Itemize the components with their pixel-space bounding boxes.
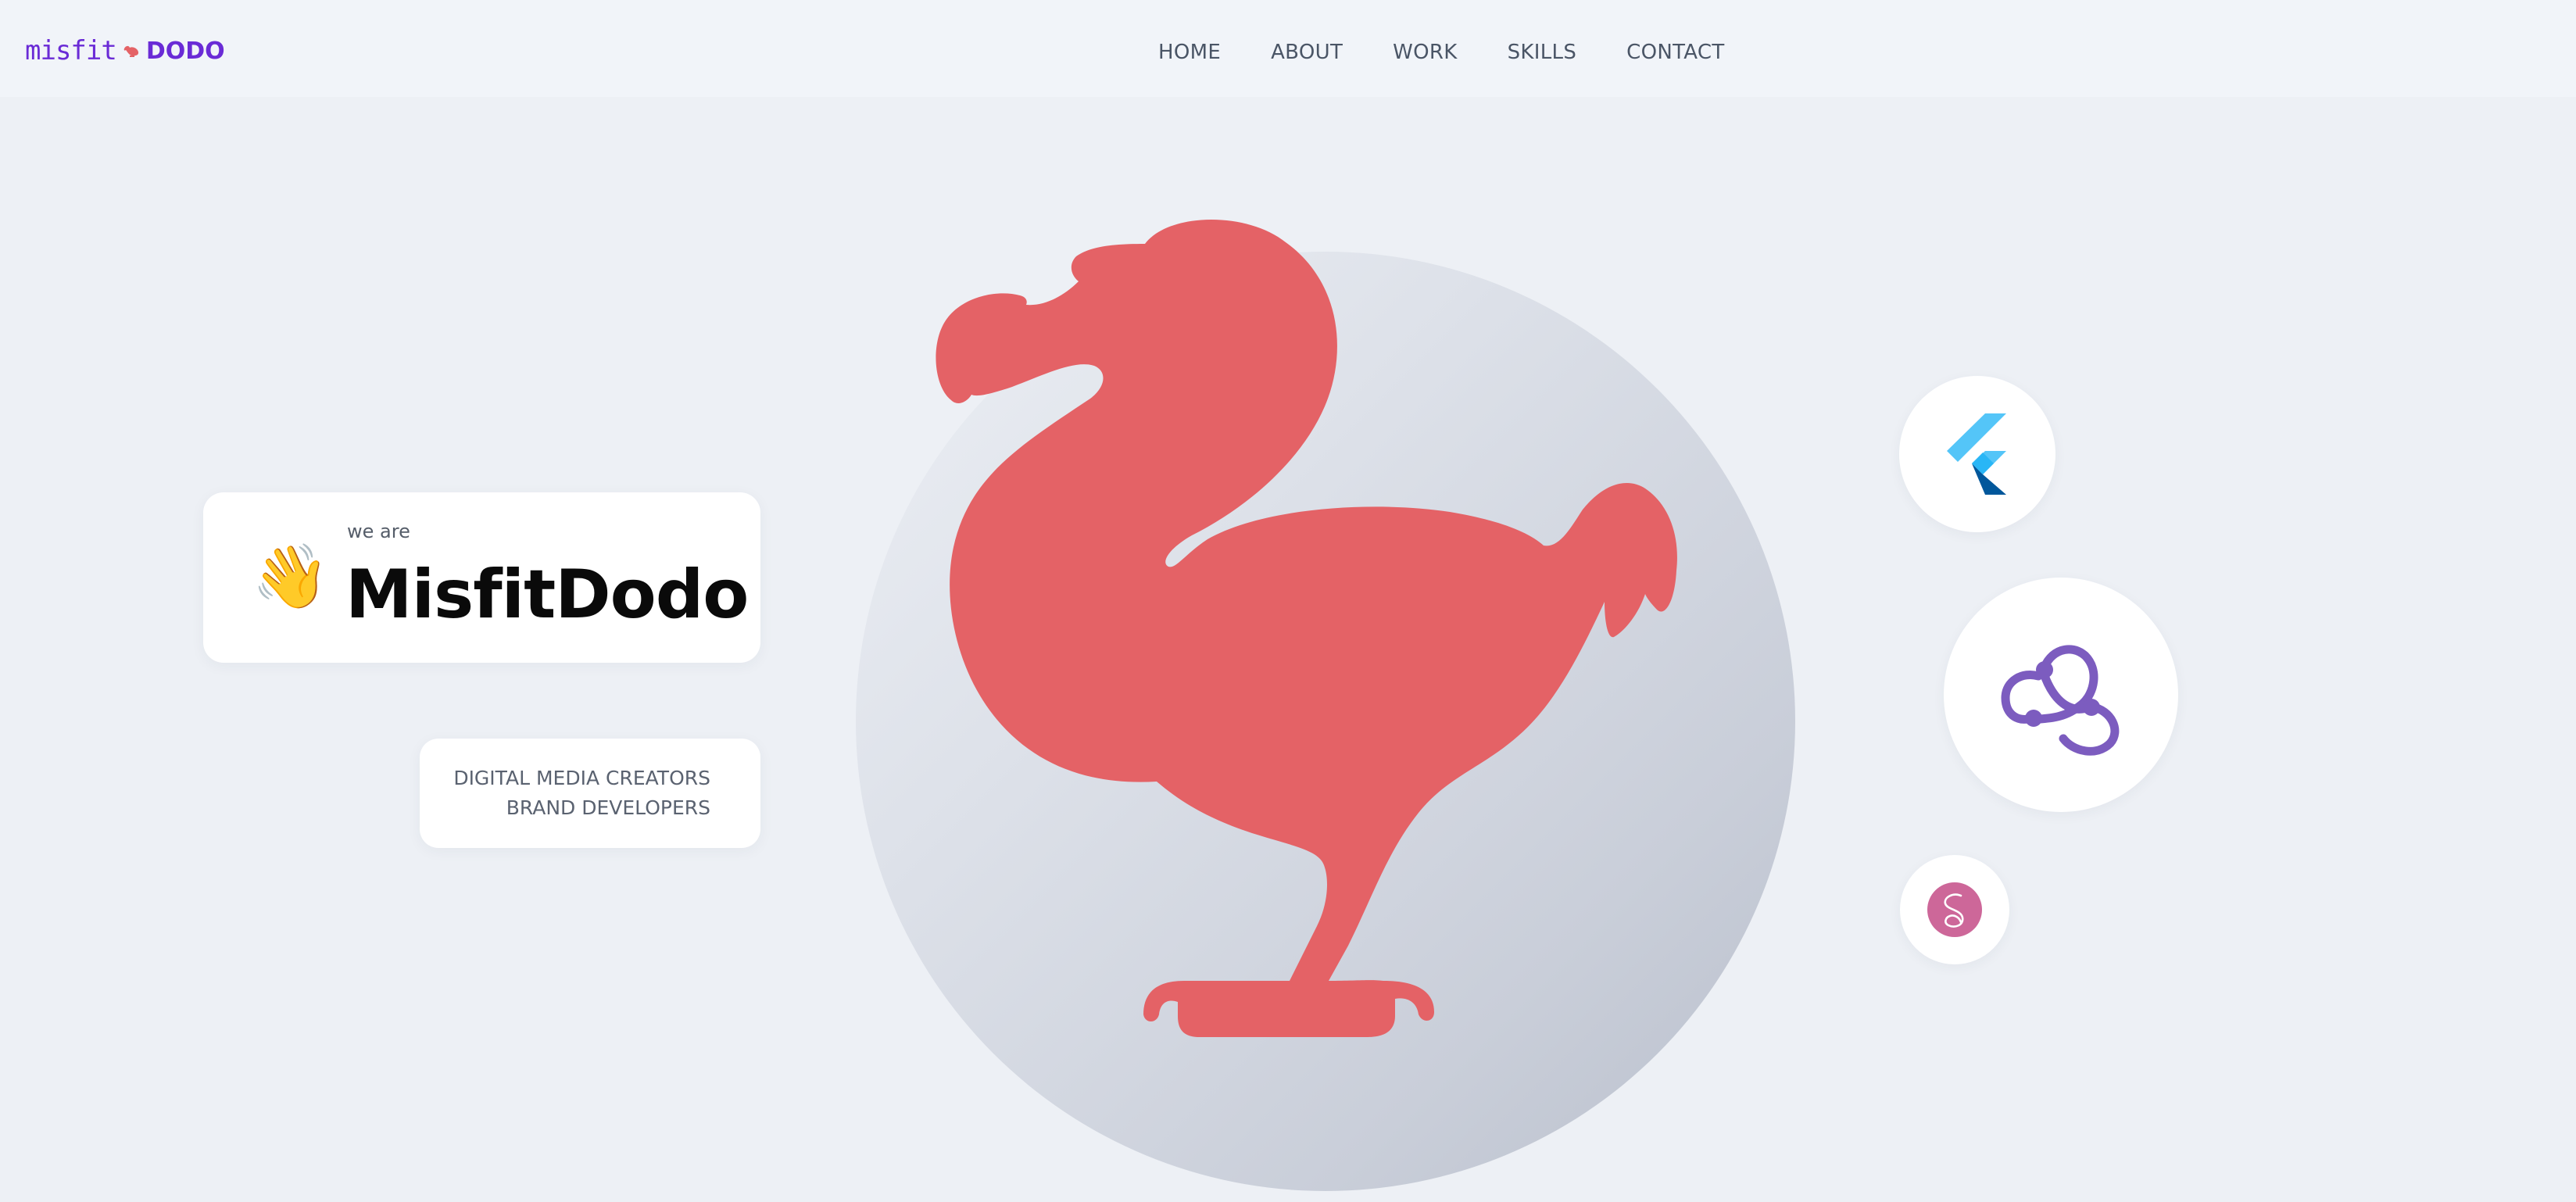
intro-card: 👋 we are MisfitDodo (203, 492, 760, 663)
flutter-bubble (1899, 376, 2055, 532)
main-nav: HOME ABOUT WORK SKILLS CONTACT (1158, 41, 1775, 64)
redux-bubble (1944, 578, 2178, 812)
tagline-line-1: DIGITAL MEDIA CREATORS (453, 767, 710, 789)
top-navbar: misfit DODO HOME ABOUT WORK SKILLS CONTA… (0, 0, 2576, 97)
logo-text-dodo: DODO (145, 37, 225, 65)
tagline-card: DIGITAL MEDIA CREATORS BRAND DEVELOPERS (420, 739, 760, 848)
nav-about[interactable]: ABOUT (1271, 41, 1343, 64)
flutter-icon (1947, 413, 2006, 495)
sass-bubble (1900, 855, 2009, 964)
nav-skills[interactable]: SKILLS (1508, 41, 1577, 64)
redux-icon (2001, 645, 2120, 756)
logo[interactable]: misfit DODO (25, 31, 225, 70)
dodo-logo-icon (123, 45, 138, 57)
tagline-line-2: BRAND DEVELOPERS (506, 796, 710, 819)
dodo-bird-illustration (936, 219, 1677, 1038)
sass-icon (1927, 882, 1982, 937)
logo-text-misfit: misfit (25, 35, 117, 66)
nav-contact[interactable]: CONTACT (1626, 41, 1724, 64)
intro-kicker: we are (347, 521, 410, 542)
nav-work[interactable]: WORK (1393, 41, 1458, 64)
brand-name-heading: MisfitDodo (345, 556, 749, 634)
nav-home[interactable]: HOME (1158, 41, 1221, 64)
page: misfit DODO HOME ABOUT WORK SKILLS CONTA… (0, 0, 2576, 1202)
waving-hand-icon: 👋 (252, 542, 330, 611)
